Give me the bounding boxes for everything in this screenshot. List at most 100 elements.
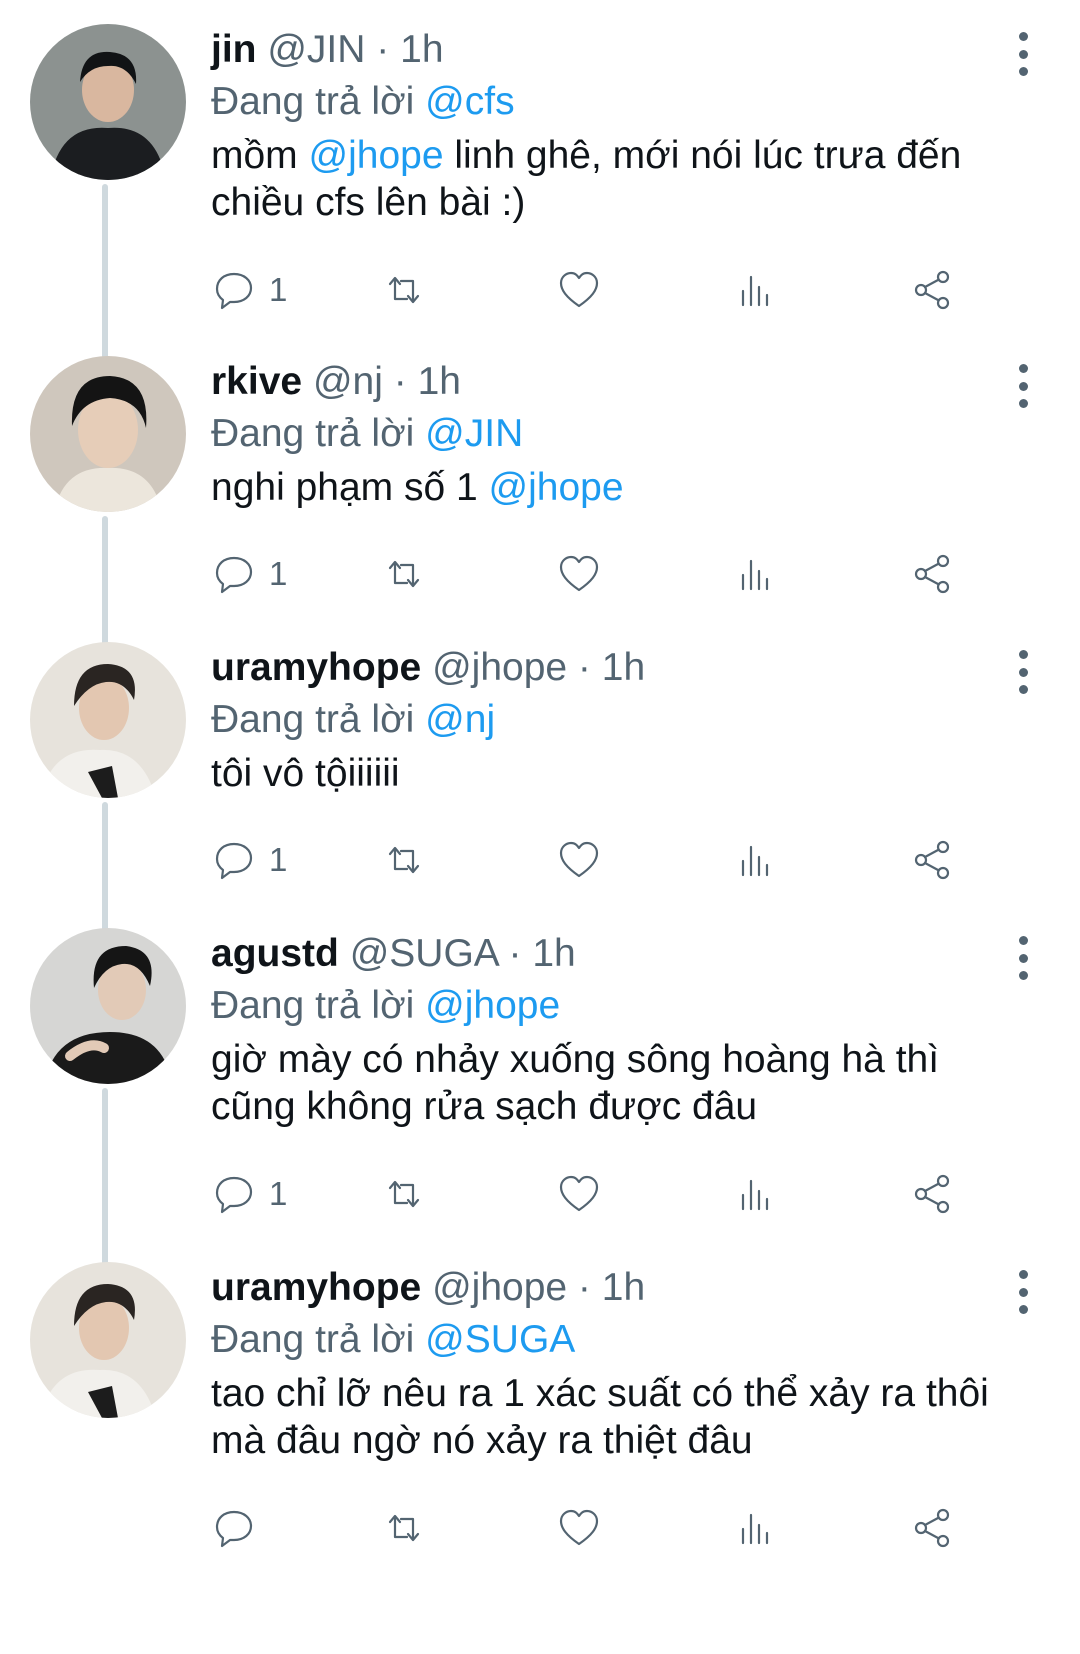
- more-options-icon[interactable]: [1008, 936, 1038, 980]
- tweet-text-part: nghi phạm số 1: [211, 466, 489, 509]
- retweet-button[interactable]: [381, 264, 427, 316]
- timestamp[interactable]: 1h: [602, 1266, 645, 1309]
- replying-to-label: Đang trả lời: [211, 412, 415, 455]
- retweet-button[interactable]: [381, 834, 427, 886]
- reply-count: 1: [269, 841, 288, 878]
- tweet[interactable]: rkive @nj · 1h Đang trả lời @JIN nghi ph…: [0, 356, 1080, 651]
- share-button[interactable]: [909, 834, 955, 886]
- separator-dot: ·: [577, 1266, 591, 1309]
- replying-to-label: Đang trả lời: [211, 984, 415, 1027]
- share-icon: [914, 1174, 950, 1214]
- reply-count: 1: [269, 555, 288, 592]
- reply-button[interactable]: 1: [211, 834, 287, 886]
- like-button[interactable]: [556, 1168, 602, 1220]
- replying-to-mention[interactable]: @JIN: [425, 412, 523, 455]
- separator-dot: ·: [393, 360, 407, 403]
- share-icon: [914, 270, 950, 310]
- replying-to-mention[interactable]: @nj: [425, 698, 495, 741]
- share-button[interactable]: [909, 548, 955, 600]
- more-options-icon[interactable]: [1008, 32, 1038, 76]
- avatar[interactable]: [30, 1262, 186, 1418]
- tweet-text-part: giờ mày có nhảy xuống sông hoàng hà thì …: [211, 1038, 940, 1128]
- tweet[interactable]: uramyhope @jhope · 1h Đang trả lời @SUGA…: [0, 1262, 1080, 1654]
- like-icon: [559, 1175, 599, 1212]
- tweet-mention[interactable]: @jhope: [489, 466, 624, 509]
- reply-button[interactable]: [211, 1502, 269, 1554]
- thread-line: [102, 184, 108, 364]
- reply-count: 1: [269, 1175, 288, 1212]
- share-button[interactable]: [909, 264, 955, 316]
- more-options-icon[interactable]: [1008, 1270, 1038, 1314]
- display-name[interactable]: jin: [211, 28, 257, 71]
- retweet-button[interactable]: [381, 1168, 427, 1220]
- reply-icon: [215, 1510, 253, 1548]
- display-name[interactable]: agustd: [211, 932, 339, 975]
- timestamp[interactable]: 1h: [400, 28, 443, 71]
- retweet-icon: [388, 846, 420, 874]
- separator-dot: ·: [508, 932, 522, 975]
- replying-to-mention[interactable]: @jhope: [425, 984, 560, 1027]
- like-button[interactable]: [556, 1502, 602, 1554]
- tweet[interactable]: jin @JIN · 1h Đang trả lời @cfs mồm @jho…: [0, 24, 1080, 364]
- thread-line: [102, 802, 108, 937]
- avatar[interactable]: [30, 356, 186, 512]
- tweet-text-part: tao chỉ lỡ nêu ra 1 xác suất có thể xảy …: [211, 1372, 989, 1462]
- tweet-text: nghi phạm số 1 @jhope: [211, 464, 1050, 511]
- views-button[interactable]: [733, 548, 779, 600]
- replying-to: Đang trả lời @jhope: [211, 980, 1050, 1032]
- views-button[interactable]: [733, 834, 779, 886]
- reply-button[interactable]: 1: [211, 1168, 287, 1220]
- user-handle[interactable]: @JIN: [267, 28, 365, 71]
- timestamp[interactable]: 1h: [418, 360, 461, 403]
- replying-to: Đang trả lời @JIN: [211, 408, 1050, 460]
- reply-button[interactable]: 1: [211, 264, 287, 316]
- user-handle[interactable]: @jhope: [432, 646, 567, 689]
- share-icon: [914, 1508, 950, 1548]
- views-button[interactable]: [733, 1502, 779, 1554]
- tweet[interactable]: agustd @SUGA · 1h Đang trả lời @jhope gi…: [0, 928, 1080, 1273]
- avatar-photo: [30, 928, 186, 1084]
- tweet-text: giờ mày có nhảy xuống sông hoàng hà thì …: [211, 1036, 1050, 1130]
- display-name[interactable]: uramyhope: [211, 1266, 421, 1309]
- avatar[interactable]: [30, 24, 186, 180]
- timestamp[interactable]: 1h: [602, 646, 645, 689]
- reply-button[interactable]: 1: [211, 548, 287, 600]
- like-button[interactable]: [556, 548, 602, 600]
- retweet-icon: [388, 560, 420, 588]
- tweet[interactable]: uramyhope @jhope · 1h Đang trả lời @nj t…: [0, 642, 1080, 937]
- like-icon: [559, 1509, 599, 1546]
- views-icon: [741, 1179, 769, 1211]
- more-options-icon[interactable]: [1008, 364, 1038, 408]
- user-handle[interactable]: @nj: [313, 360, 383, 403]
- display-name[interactable]: rkive: [211, 360, 302, 403]
- action-bar: [211, 1502, 1011, 1554]
- reply-icon: [215, 842, 253, 880]
- tweet-mention[interactable]: @jhope: [309, 134, 444, 177]
- reply-icon: [215, 556, 253, 594]
- replying-to-mention[interactable]: @cfs: [425, 80, 514, 123]
- retweet-button[interactable]: [381, 548, 427, 600]
- share-button[interactable]: [909, 1168, 955, 1220]
- thread-line: [102, 516, 108, 651]
- avatar[interactable]: [30, 928, 186, 1084]
- avatar-photo: [30, 1262, 186, 1418]
- user-handle[interactable]: @jhope: [432, 1266, 567, 1309]
- avatar-photo: [30, 24, 186, 180]
- share-button[interactable]: [909, 1502, 955, 1554]
- views-icon: [741, 275, 769, 307]
- tweet-text: mồm @jhope linh ghê, mới nói lúc trưa đế…: [211, 132, 1050, 226]
- retweet-button[interactable]: [381, 1502, 427, 1554]
- views-button[interactable]: [733, 1168, 779, 1220]
- replying-to: Đang trả lời @cfs: [211, 76, 1050, 128]
- tweet-text: tôi vô tộiiiiii: [211, 750, 1050, 797]
- like-button[interactable]: [556, 264, 602, 316]
- replying-to-mention[interactable]: @SUGA: [425, 1318, 575, 1361]
- views-button[interactable]: [733, 264, 779, 316]
- timestamp[interactable]: 1h: [532, 932, 575, 975]
- display-name[interactable]: uramyhope: [211, 646, 421, 689]
- user-handle[interactable]: @SUGA: [350, 932, 498, 975]
- like-button[interactable]: [556, 834, 602, 886]
- separator-dot: ·: [577, 646, 591, 689]
- avatar[interactable]: [30, 642, 186, 798]
- more-options-icon[interactable]: [1008, 650, 1038, 694]
